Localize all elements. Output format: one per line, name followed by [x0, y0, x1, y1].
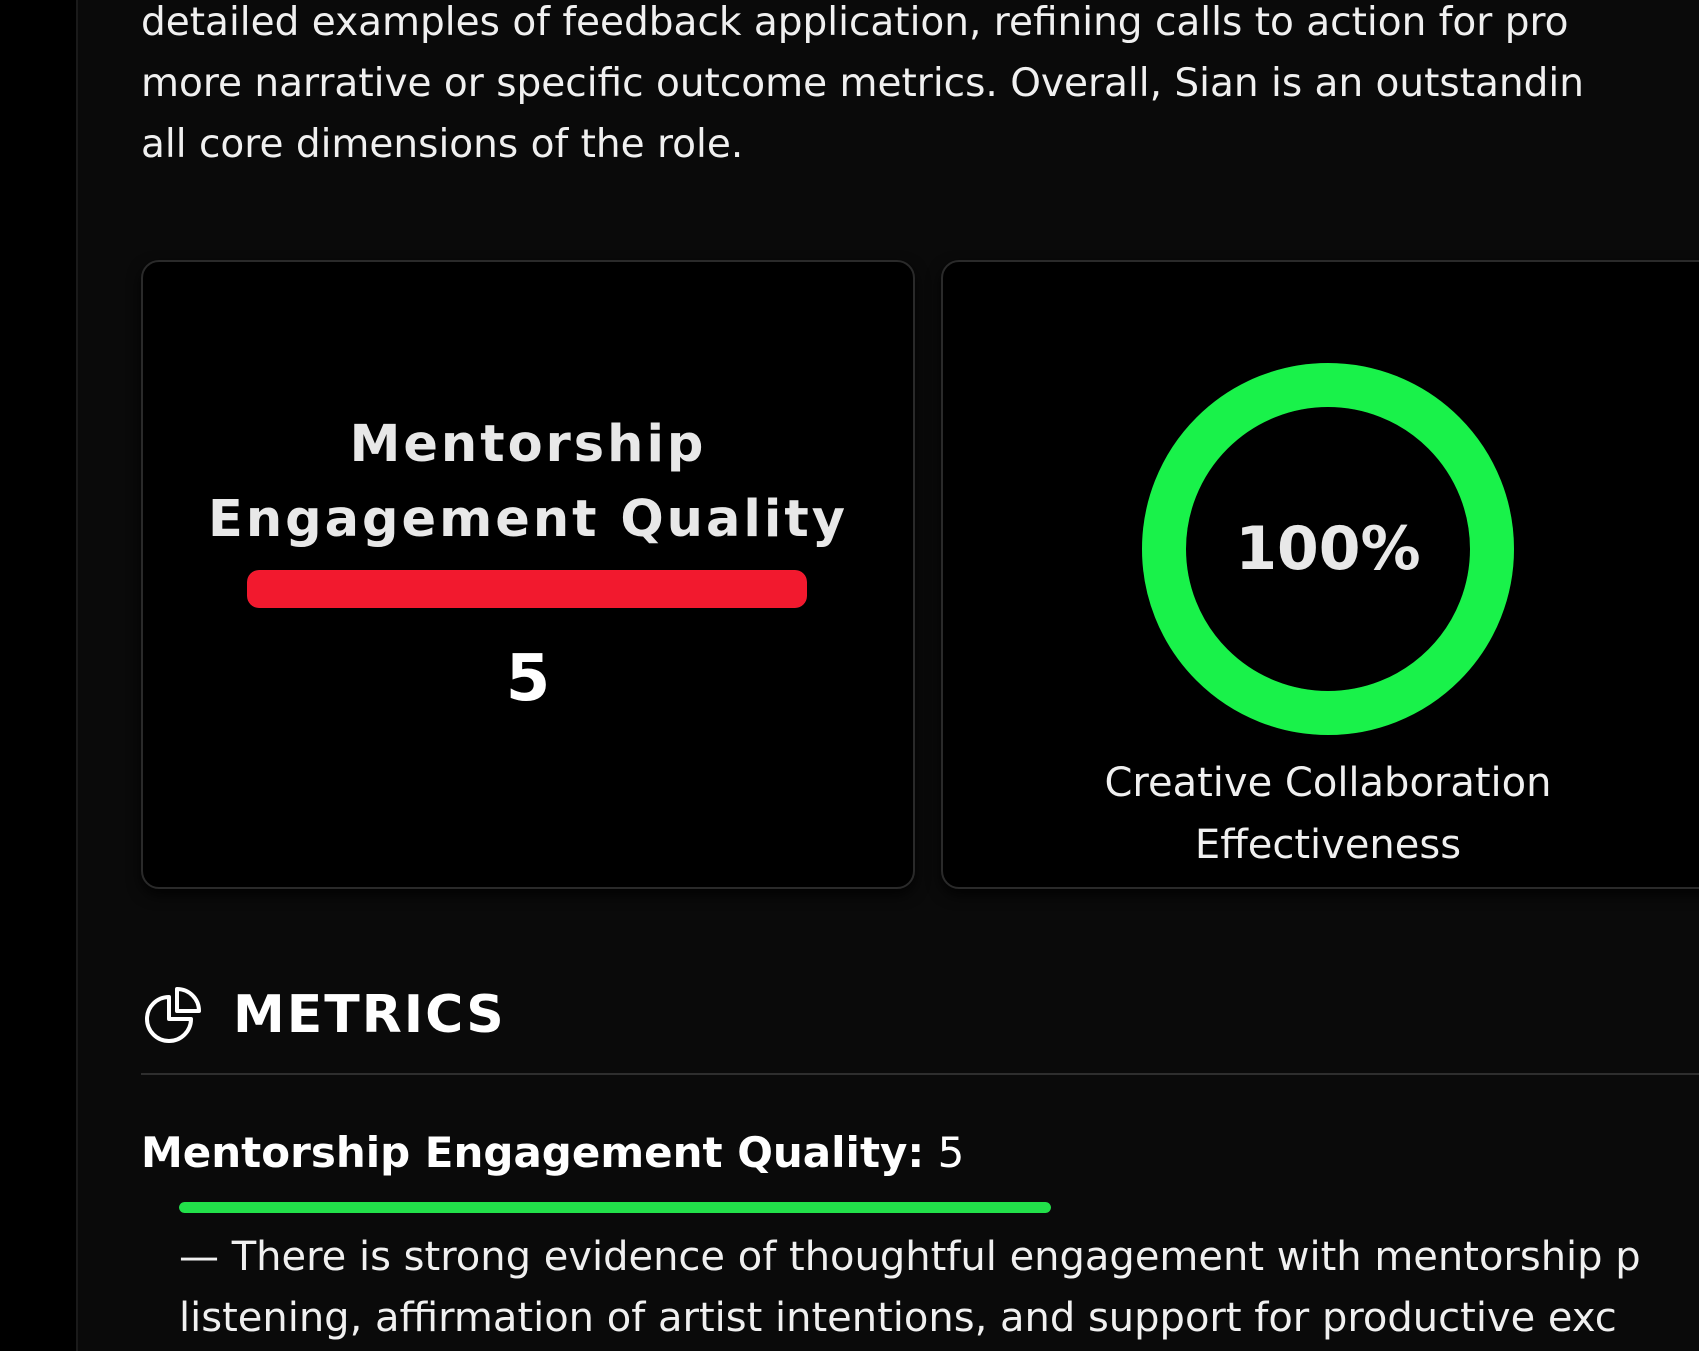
metric-progress-fill — [179, 1202, 1051, 1213]
summary-line: more narrative or specific outcome metri… — [141, 61, 1584, 106]
collaboration-score-card: 100% Creative Collaboration Effectivenes… — [941, 260, 1699, 889]
metric-progress-bar — [179, 1202, 1051, 1213]
score-bar — [247, 570, 807, 608]
card-title-line: Engagement Quality — [207, 490, 848, 549]
ring-percent-label: 100% — [1235, 514, 1421, 584]
metric-name: Mentorship Engagement Quality: — [141, 1128, 925, 1177]
metrics-section-header: METRICS — [141, 985, 506, 1045]
metric-row: Mentorship Engagement Quality: 5 — [141, 1125, 964, 1181]
card-title: Mentorship Engagement Quality — [143, 407, 913, 557]
progress-ring: 100% — [1141, 362, 1515, 736]
summary-paragraph: detailed examples of feedback applicatio… — [141, 0, 1699, 175]
mentorship-score-card: Mentorship Engagement Quality 5 — [141, 260, 915, 889]
card-title-line: Mentorship — [349, 415, 707, 474]
metric-score: 5 — [937, 1128, 965, 1177]
ring-caption: Creative Collaboration Effectiveness — [943, 752, 1699, 876]
score-bar-fill — [247, 570, 807, 608]
left-sidebar — [0, 0, 78, 1351]
ring-caption-line: Creative Collaboration — [1104, 760, 1552, 806]
pie-chart-icon — [141, 983, 205, 1047]
metric-description-line: — There is strong evidence of thoughtful… — [179, 1234, 1641, 1280]
summary-line: all core dimensions of the role. — [141, 122, 744, 167]
card-score-value: 5 — [505, 642, 551, 716]
ring-caption-line: Effectiveness — [1194, 822, 1462, 868]
metric-description-line: listening, affirmation of artist intenti… — [179, 1295, 1617, 1341]
section-title: METRICS — [233, 985, 506, 1045]
metric-description: — There is strong evidence of thoughtful… — [179, 1227, 1699, 1349]
page: detailed examples of feedback applicatio… — [0, 0, 1699, 1351]
section-divider — [141, 1073, 1699, 1075]
summary-line: detailed examples of feedback applicatio… — [141, 0, 1569, 45]
